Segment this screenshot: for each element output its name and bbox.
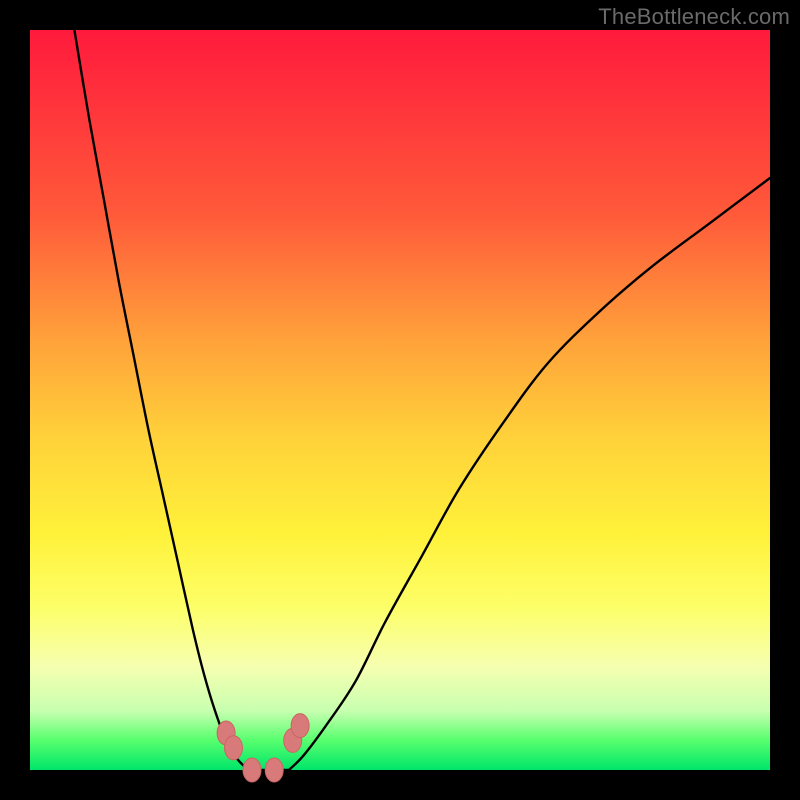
- marker-floor-a: [243, 758, 261, 782]
- plot-area: [30, 30, 770, 770]
- marker-floor-b: [265, 758, 283, 782]
- watermark-text: TheBottleneck.com: [598, 4, 790, 30]
- marker-left-cluster-b: [225, 736, 243, 760]
- curve-right-branch: [289, 178, 770, 770]
- marker-right-cluster-b: [291, 714, 309, 738]
- curve-layer: [30, 30, 770, 770]
- marker-group: [217, 714, 309, 782]
- figure-frame: TheBottleneck.com: [0, 0, 800, 800]
- curve-left-branch: [74, 30, 248, 770]
